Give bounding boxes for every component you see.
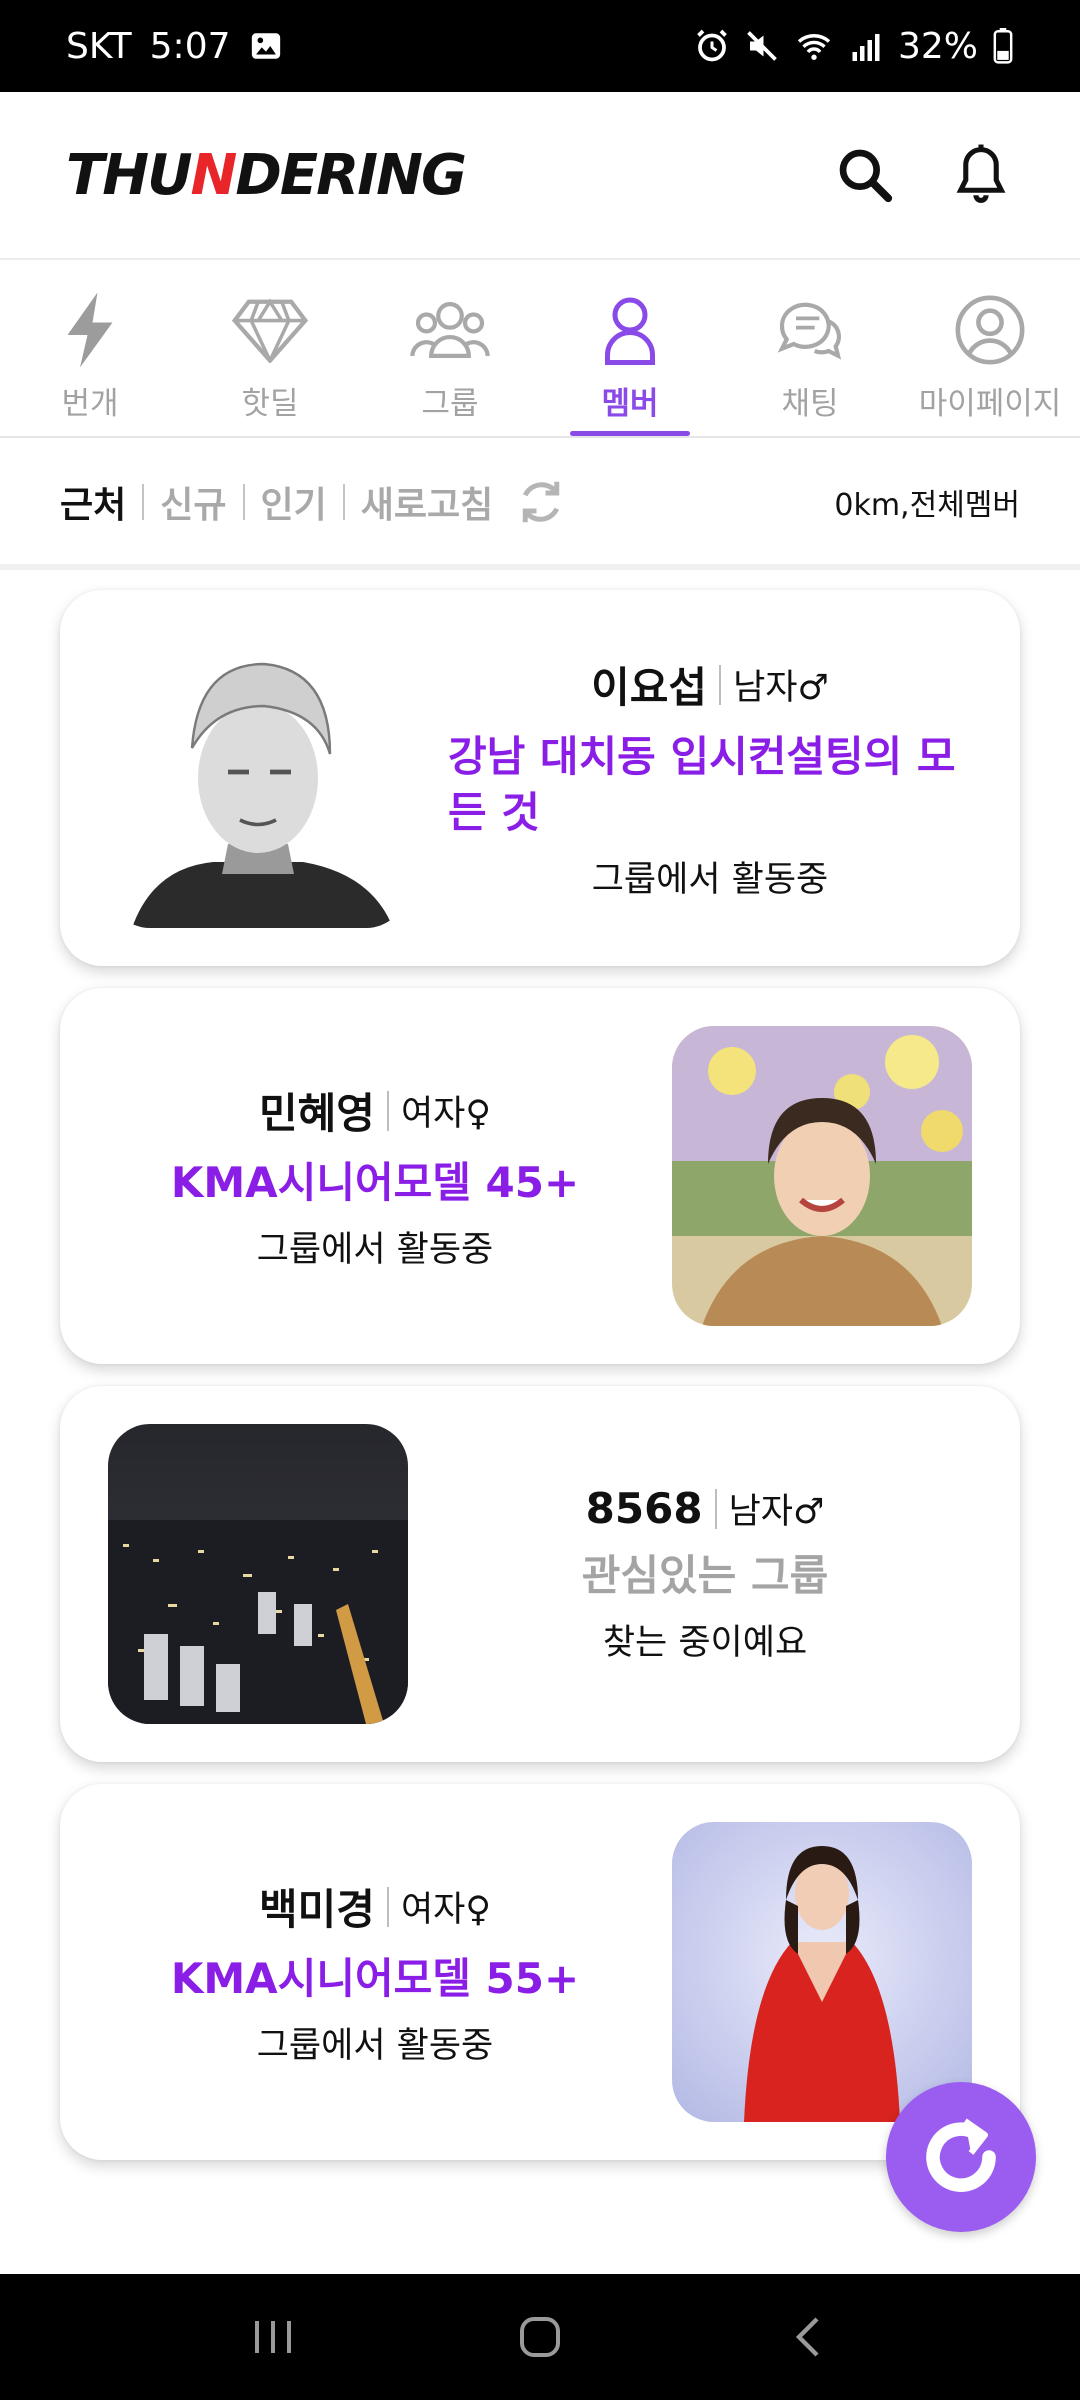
carrier-label: SKT [66,25,132,67]
member-name: 이요섭 [591,663,708,712]
member-status: 찾는 중이예요 [602,1623,808,1663]
filter-row: 근처 신규 인기 새로고침 0km,전체멤버 [0,440,1080,570]
tab-lightning[interactable]: 번개 [0,260,180,436]
member-status: 그룹에서 활동중 [591,860,829,900]
search-icon [839,149,893,203]
bell-icon [956,144,1006,203]
wifi-icon [794,28,834,64]
battery-icon [992,28,1014,64]
battery-level: 32% [897,25,978,67]
distance-filter-label[interactable]: 0km,전체멤버 [834,480,1020,524]
member-tagline: 관심있는 그룹 [581,1551,829,1600]
member-name: 8568 [585,1484,703,1533]
member-status: 그룹에서 활동중 [256,1230,494,1270]
tab-mypage[interactable]: 마이페이지 [900,260,1080,436]
refresh-fab[interactable] [886,2082,1036,2232]
category-tab-bar: 번개 핫딜 그룹 멤버 채팅 마이페이지 [0,258,1080,438]
member-name: 민혜영 [259,1089,375,1138]
thundering-logo: THUNDERING [66,142,467,208]
member-gender: 여자♀ [400,1094,491,1134]
refresh-icon[interactable] [513,474,569,530]
member-gender: 남자♂ [728,1492,825,1532]
divider [386,1886,389,1927]
member-status: 그룹에서 활동중 [256,2026,494,2066]
signal-icon [848,28,884,64]
member-gender: 여자♀ [400,1890,491,1930]
tab-member[interactable]: 멤버 [540,260,720,436]
divider [142,484,145,520]
member-card[interactable]: 이요섭 남자♂ 강남 대치동 입시컨설팅의 모든 것 그룹에서 활동중 [60,590,1020,966]
member-photo [108,1424,408,1724]
app-header: THUNDERING [0,92,1080,258]
alarm-icon [694,28,730,64]
member-tagline: KMA시니어모델 55+ [170,1954,580,2003]
clock: 5:07 [149,25,231,67]
divider [386,1090,389,1131]
gallery-notification-icon [249,29,283,63]
filter-new[interactable]: 신규 [160,476,226,528]
member-name: 백미경 [259,1885,375,1934]
member-list: 이요섭 남자♂ 강남 대치동 입시컨설팅의 모든 것 그룹에서 활동중 민혜영 … [60,590,1020,2182]
divider [342,484,345,520]
recent-apps-button[interactable] [228,2292,318,2382]
tab-group[interactable]: 그룹 [360,260,540,436]
member-icon [590,290,670,370]
status-bar: SKT 5:07 32% [0,0,1080,92]
recent-apps-icon [255,2321,292,2353]
search-button[interactable] [832,142,898,208]
group-icon [410,290,490,370]
divider [242,484,245,520]
filter-nearby[interactable]: 근처 [60,476,126,528]
filter-refresh[interactable]: 새로고침 [361,476,493,528]
member-gender: 남자♂ [733,668,829,708]
member-tagline: 강남 대치동 입시컨설팅의 모든 것 [448,732,956,837]
member-photo [108,628,408,928]
member-card[interactable]: 백미경 여자♀ KMA시니어모델 55+ 그룹에서 활동중 [60,1784,1020,2160]
back-button[interactable] [762,2292,852,2382]
divider [714,1488,717,1529]
system-nav-bar [0,2274,1080,2400]
member-photo [672,1026,972,1326]
refresh-icon [926,2118,996,2192]
notification-button[interactable] [948,142,1014,208]
filter-popular[interactable]: 인기 [261,476,327,528]
divider [719,664,722,705]
member-card[interactable]: 민혜영 여자♀ KMA시니어모델 45+ 그룹에서 활동중 [60,988,1020,1364]
home-icon [519,2317,560,2357]
member-photo [672,1822,972,2122]
mute-icon [744,28,780,64]
tab-hotdeal[interactable]: 핫딜 [180,260,360,436]
lightning-icon [50,290,130,370]
tab-chat[interactable]: 채팅 [720,260,900,436]
chat-icon [770,290,850,370]
home-button[interactable] [495,2292,585,2382]
member-tagline: KMA시니어모델 45+ [170,1158,580,1207]
member-card[interactable]: 8568 남자♂ 관심있는 그룹 찾는 중이예요 [60,1386,1020,1762]
profile-icon [950,290,1030,370]
back-icon [795,2317,819,2357]
diamond-icon [230,290,310,370]
